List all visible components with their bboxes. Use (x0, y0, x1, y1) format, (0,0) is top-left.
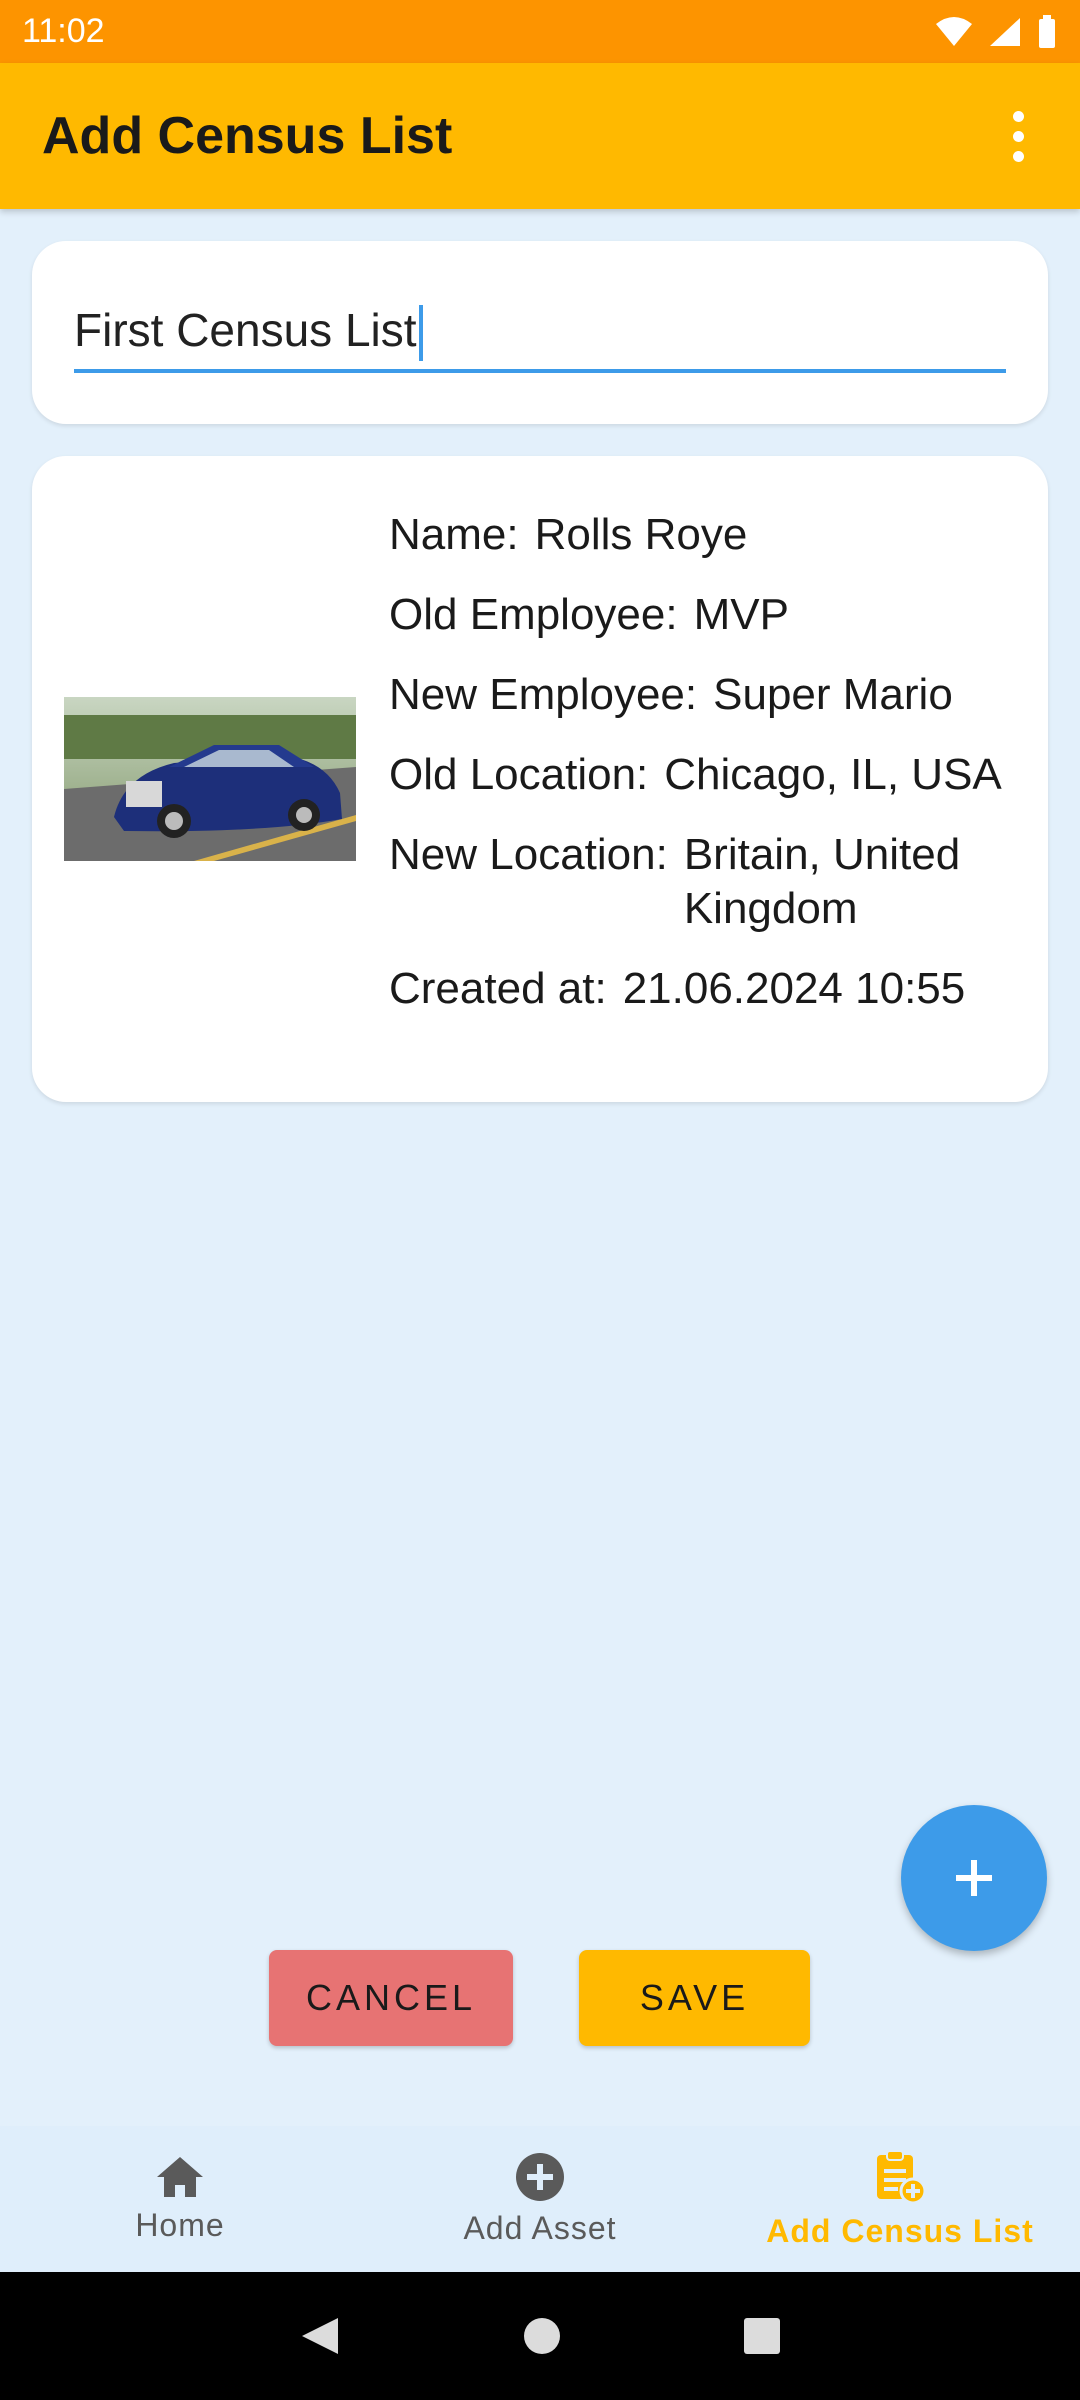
nav-label: Add Census List (766, 2212, 1034, 2249)
recents-icon[interactable] (742, 2316, 782, 2356)
asset-details: Name: Rolls Roye Old Employee: MVP New E… (389, 508, 1029, 1042)
battery-icon (1039, 14, 1055, 48)
detail-label: Old Location: (389, 750, 649, 799)
detail-row-old-location: Old Location: Chicago, IL, USA (389, 748, 1029, 802)
plus-icon (956, 1860, 992, 1896)
home-circle-icon[interactable] (522, 2316, 562, 2356)
asset-card[interactable]: Name: Rolls Roye Old Employee: MVP New E… (32, 456, 1048, 1102)
detail-value: Super Mario (713, 670, 953, 719)
detail-label: Name: (389, 510, 519, 559)
nav-label: Add Asset (463, 2209, 617, 2246)
wifi-icon (936, 16, 972, 46)
save-button[interactable]: SAVE (579, 1950, 810, 2046)
detail-label: Created at: (389, 964, 607, 1013)
add-asset-fab[interactable] (901, 1805, 1047, 1951)
detail-value: Britain, United Kingdom (683, 830, 961, 933)
clipboard-add-icon (877, 2149, 927, 2204)
detail-value: 21.06.2024 10:55 (622, 964, 966, 1013)
detail-row-new-employee: New Employee: Super Mario (389, 668, 1029, 722)
nav-item-add-asset[interactable]: Add Asset (360, 2126, 720, 2272)
status-bar: 11:02 (0, 0, 1080, 63)
asset-image (64, 697, 356, 861)
overflow-menu-icon[interactable] (998, 106, 1038, 166)
detail-row-created-at: Created at: 21.06.2024 10:55 (389, 962, 1029, 1016)
status-icons (934, 14, 1058, 49)
detail-value: MVP (693, 590, 789, 639)
detail-label: Old Employee: (389, 590, 678, 639)
page-title: Add Census List (42, 107, 453, 165)
app-bar: Add Census List (0, 63, 1080, 209)
nav-item-home[interactable]: Home (0, 2126, 360, 2272)
census-name-field-wrap (74, 299, 1006, 373)
detail-label: New Employee: (389, 670, 698, 719)
nav-item-add-census-list[interactable]: Add Census List (720, 2126, 1080, 2272)
back-icon[interactable] (298, 2314, 342, 2358)
census-name-card (32, 241, 1048, 424)
detail-value: Rolls Roye (534, 510, 748, 559)
bottom-nav: Home Add Asset Add Census List (0, 2126, 1080, 2272)
nav-label: Home (135, 2206, 225, 2243)
detail-value: Chicago, IL, USA (664, 750, 1002, 799)
cancel-button[interactable]: CANCEL (269, 1950, 513, 2046)
home-icon (157, 2156, 203, 2197)
detail-row-new-location: New Location: Britain, United Kingdom (389, 828, 1029, 936)
system-nav-bar (0, 2272, 1080, 2400)
detail-row-name: Name: Rolls Roye (389, 508, 1029, 562)
status-time: 11:02 (22, 12, 105, 50)
signal-icon (990, 17, 1020, 46)
detail-row-old-employee: Old Employee: MVP (389, 588, 1029, 642)
add-circle-icon (516, 2152, 564, 2201)
census-name-input[interactable] (74, 299, 1006, 373)
text-cursor (419, 305, 423, 361)
detail-label: New Location: (389, 830, 668, 879)
